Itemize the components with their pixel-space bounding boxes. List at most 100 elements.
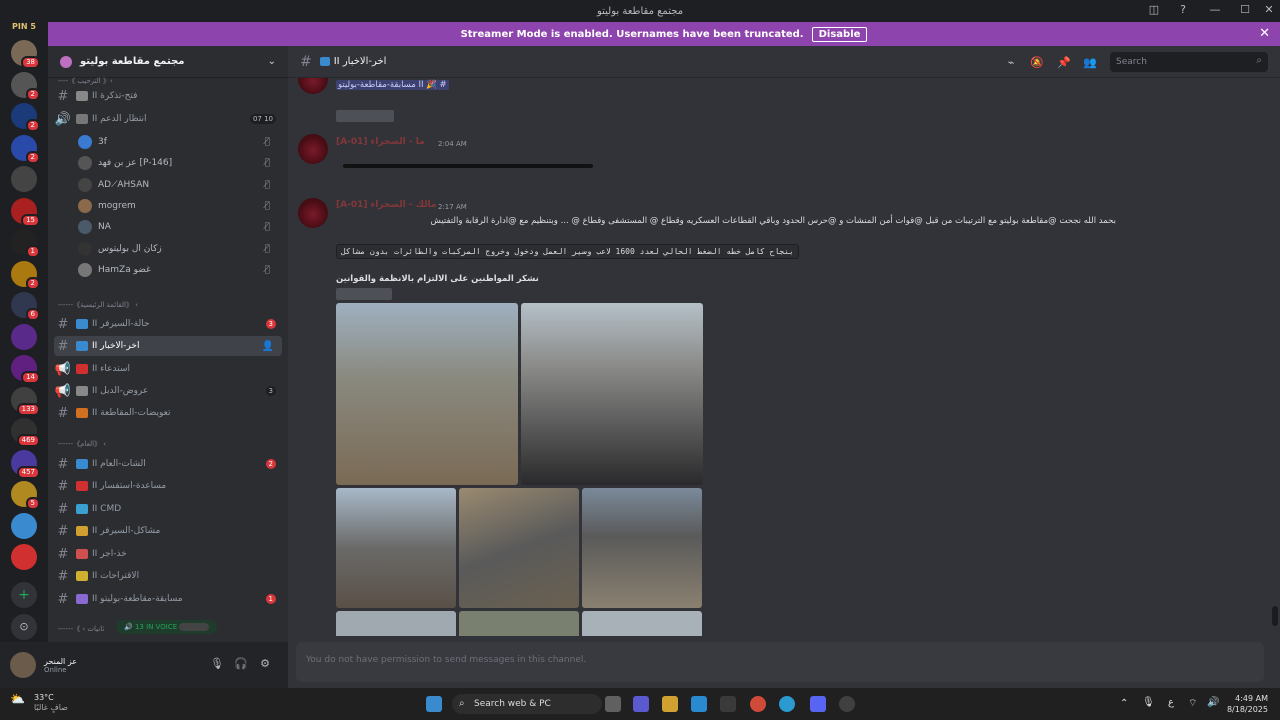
server-icon[interactable]: 2	[11, 71, 40, 101]
microphone-tray-icon[interactable]: 🎙	[1142, 697, 1155, 708]
server-icon[interactable]	[11, 323, 37, 350]
discover-icon[interactable]: ⊙	[11, 614, 37, 640]
voice-count-pill[interactable]: 🔊 13 IN VOICE	[116, 620, 218, 634]
message-author[interactable]: [A-01] ما - الصحراء	[336, 137, 425, 147]
hash-icon: #	[57, 405, 69, 421]
message-avatar[interactable]	[298, 134, 328, 164]
attachment-image[interactable]	[582, 611, 702, 636]
attachment-image[interactable]	[459, 611, 579, 636]
server-icon[interactable]: 457	[11, 449, 40, 479]
attachment-image[interactable]	[521, 303, 703, 485]
pin-icon[interactable]: 📌	[1057, 56, 1071, 70]
message-avatar[interactable]	[298, 198, 328, 228]
server-icon[interactable]: 133	[11, 386, 40, 416]
server-icon[interactable]: 1	[11, 229, 40, 258]
banner-close-icon[interactable]: ✕	[1259, 26, 1270, 41]
channel-category[interactable]: ------《العام》 ‹	[58, 439, 106, 449]
rockstar-icon[interactable]	[839, 696, 855, 712]
channel-item[interactable]: # II مشاكل-السيرفر	[54, 521, 282, 541]
channel-item[interactable]: # II خذ-اجر	[54, 544, 282, 564]
server-icon[interactable]: 2	[11, 134, 40, 164]
message-author[interactable]: [A-01] مالك - الصحراء	[336, 200, 436, 210]
channel-item[interactable]: # II مسابقة-مقاطعة-بوليتو 1	[54, 589, 282, 609]
edge-icon[interactable]	[691, 696, 707, 712]
voice-user[interactable]: NA 🎙̸	[78, 217, 278, 237]
help-icon[interactable]: ?	[1172, 3, 1194, 19]
server-icon[interactable]: 2	[11, 260, 40, 290]
channel-mention[interactable]: مسابقة-مقاطعة-بوليتو II 🎉 #	[336, 80, 449, 90]
scrollbar-thumb[interactable]	[1272, 606, 1278, 626]
channel-name: II خذ-اجر	[92, 549, 127, 559]
inbox-icon[interactable]: ◫	[1143, 3, 1165, 19]
voice-user[interactable]: AD⟋AHSAN 🎙̸	[78, 175, 278, 195]
channel-item[interactable]: # II تعويضات-المقاطعة	[54, 403, 282, 423]
voice-user[interactable]: عز بن فهد [P-146] 🎙̸	[78, 153, 278, 173]
channel-category[interactable]: ------《 ‹ ثانيات	[58, 624, 104, 634]
channel-item[interactable]: # II الشات-العام 2	[54, 454, 282, 474]
channel-item[interactable]: 📢 II عروض-الدبل 3	[54, 381, 282, 401]
channel-item[interactable]: # II الاقتراحات	[54, 566, 282, 586]
server-icon[interactable]: 5	[11, 481, 40, 510]
add-server-icon[interactable]: +	[11, 582, 37, 608]
server-icon[interactable]	[11, 512, 37, 539]
microphone-icon[interactable]: 🎙	[210, 657, 224, 671]
channel-item[interactable]: 🔊 II انتظار الدعم 07 10	[54, 109, 282, 129]
voice-user[interactable]: HamZa غضو 🎙̸	[78, 260, 278, 280]
voice-user[interactable]: زكان ال بوليتوس 🎙̸	[78, 239, 278, 259]
discord-icon[interactable]	[810, 696, 826, 712]
server-icon[interactable]: 6	[11, 292, 40, 321]
invite-icon[interactable]: 👤	[262, 341, 274, 352]
teams-icon[interactable]	[633, 696, 649, 712]
wifi-icon[interactable]: ⌔	[1188, 697, 1197, 710]
voice-user[interactable]: 3f 🎙̸	[78, 132, 278, 152]
category-welcome[interactable]: ----《 الترحيب 》‹	[58, 76, 113, 86]
chrome-icon[interactable]	[750, 696, 766, 712]
channel-item[interactable]: # II اخر-الاخبار 👤	[54, 336, 282, 356]
server-icon[interactable]: 38	[11, 40, 40, 69]
message-avatar[interactable]	[298, 78, 328, 94]
channel-item[interactable]: 📢 II استدعاء	[54, 359, 282, 379]
telegram-icon[interactable]	[779, 696, 795, 712]
settings-gear-icon[interactable]: ⚙	[258, 657, 272, 671]
headphones-icon[interactable]: 🎧	[234, 657, 248, 671]
task-view-icon[interactable]	[605, 696, 621, 712]
chevron-up-icon[interactable]: ⌃	[1120, 698, 1128, 709]
weather-icon[interactable]: ⛅	[10, 692, 32, 714]
server-icon[interactable]: 15	[11, 197, 40, 227]
server-icon[interactable]	[11, 544, 37, 570]
threads-icon[interactable]: ⌁	[1004, 56, 1018, 70]
members-icon[interactable]: 👥	[1083, 56, 1097, 70]
guild-header[interactable]: مجتمع مقاطعة بوليتو ⌄	[48, 46, 288, 78]
volume-icon[interactable]: 🔊	[1207, 697, 1219, 708]
channel-item[interactable]: # II CMD	[54, 499, 282, 519]
disable-streamer-button[interactable]: Disable	[811, 26, 868, 42]
server-icon[interactable]: 2	[11, 103, 40, 132]
channel-item[interactable]: # II حالة-السيرفر 3	[54, 314, 282, 334]
language-indicator[interactable]: ع	[1168, 697, 1174, 708]
server-icon[interactable]: 14	[11, 355, 40, 384]
channel-category[interactable]: ------《القائمة الرئيسية》 ‹	[58, 300, 138, 310]
channel-item[interactable]: # II فتح-تذكرة	[54, 86, 282, 106]
voice-user[interactable]: mogrem 🎙̸	[78, 196, 278, 216]
close-window-button[interactable]: ✕	[1258, 3, 1280, 19]
voice-avatars	[179, 623, 210, 631]
taskbar-search[interactable]: ⌕ Search web & PC	[452, 694, 602, 714]
store-icon[interactable]	[720, 696, 736, 712]
minimize-button[interactable]: —	[1204, 3, 1226, 19]
attachment-image[interactable]	[336, 488, 456, 608]
user-avatar[interactable]	[10, 652, 36, 678]
mute-bell-icon[interactable]: 🔕	[1030, 56, 1044, 70]
channel-item[interactable]: # II مساعدة-استفسار	[54, 476, 282, 496]
file-explorer-icon[interactable]	[662, 696, 678, 712]
attachment-image[interactable]	[459, 488, 579, 608]
chevron-down-icon[interactable]: ⌄	[268, 56, 276, 67]
clock[interactable]: 4:49 AM 8/18/2025	[1226, 693, 1268, 715]
attachment-image[interactable]	[336, 303, 518, 485]
attachment-image[interactable]	[582, 488, 702, 608]
attachment-image[interactable]	[336, 611, 456, 636]
server-icon[interactable]: 469	[11, 418, 40, 447]
server-icon[interactable]	[11, 166, 37, 192]
maximize-button[interactable]: ☐	[1234, 3, 1256, 19]
search-input[interactable]: Search ⌕	[1110, 52, 1268, 72]
windows-start-icon[interactable]	[426, 696, 442, 712]
